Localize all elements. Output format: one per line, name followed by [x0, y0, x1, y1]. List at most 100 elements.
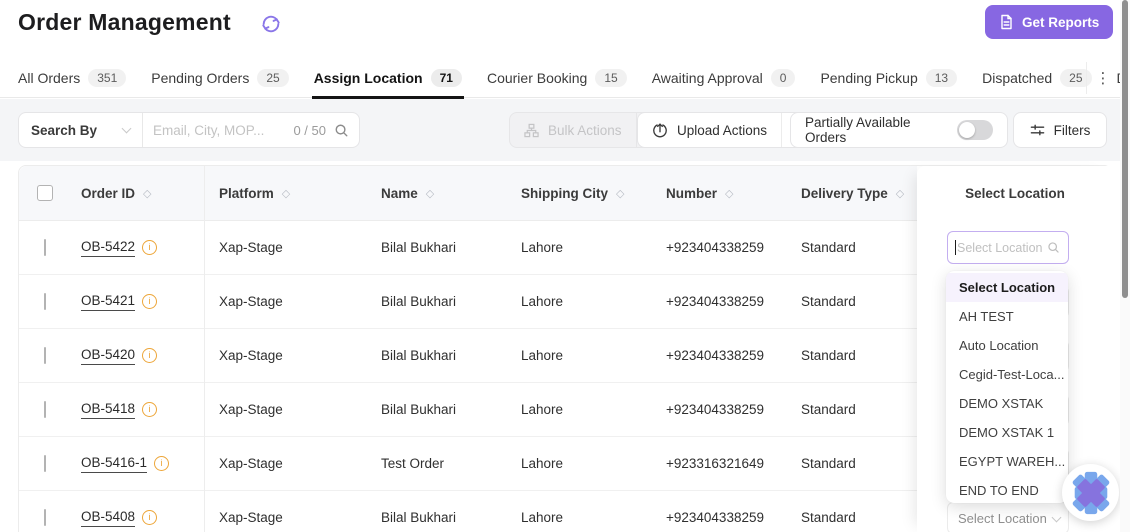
table-row: OB-5421 i Xap-Stage Bilal Bukhari Lahore…: [19, 275, 917, 329]
location-option[interactable]: Auto Location: [946, 331, 1068, 360]
order-id-link[interactable]: OB-5416-1: [81, 455, 147, 473]
order-id-cell: OB-5416-1 i: [71, 455, 204, 473]
column-header-label: Shipping City: [521, 186, 608, 201]
filters-button[interactable]: Filters: [1013, 112, 1107, 148]
tab-count-badge: 71: [431, 69, 462, 87]
order-id-link[interactable]: OB-5418: [81, 401, 135, 419]
info-icon[interactable]: i: [142, 402, 157, 417]
tab-assign-location[interactable]: Assign Location 71: [314, 58, 462, 98]
sort-icon[interactable]: ◇: [725, 187, 733, 200]
location-select-placeholder: Select Location: [957, 241, 1047, 255]
table-row: OB-5416-1 i Xap-Stage Test Order Lahore …: [19, 437, 917, 491]
order-id-cell: OB-5421 i: [71, 293, 204, 311]
column-header[interactable]: Name ◇: [366, 186, 506, 201]
location-option[interactable]: AH TEST: [946, 302, 1068, 331]
column-header[interactable]: Shipping City ◇: [506, 186, 651, 201]
order-id-cell: OB-5408 i: [71, 509, 204, 527]
column-header[interactable]: Number ◇: [651, 186, 786, 201]
row-checkbox[interactable]: [44, 239, 46, 256]
search-icon[interactable]: [334, 123, 349, 138]
select-all-checkbox[interactable]: [37, 185, 53, 201]
info-icon[interactable]: i: [154, 456, 169, 471]
tab-count-badge: 25: [257, 69, 288, 87]
row-checkbox[interactable]: [44, 509, 46, 526]
more-tabs-menu-icon[interactable]: ⋮: [1090, 64, 1116, 92]
order-id-link[interactable]: OB-5408: [81, 509, 135, 527]
search-icon: [1047, 241, 1060, 254]
tab-all-orders[interactable]: All Orders 351: [18, 58, 126, 98]
tab-awaiting-approval[interactable]: Awaiting Approval 0: [652, 58, 796, 98]
table-header-row: Order ID ◇ Platform ◇ Name ◇ Shipping Ci…: [19, 166, 917, 221]
row-checkbox-cell: [19, 456, 71, 471]
get-reports-button[interactable]: Get Reports: [985, 5, 1113, 39]
info-icon[interactable]: i: [142, 348, 157, 363]
sort-icon[interactable]: ◇: [143, 187, 151, 200]
column-header[interactable]: Delivery Type ◇: [786, 186, 917, 201]
number-cell: +923404338259: [651, 240, 786, 255]
order-id-link[interactable]: OB-5421: [81, 293, 135, 311]
location-option[interactable]: END TO END: [946, 476, 1068, 503]
partially-available-toggle[interactable]: [957, 120, 993, 140]
info-icon[interactable]: i: [142, 240, 157, 255]
row-checkbox-cell: [19, 294, 71, 309]
tabs-list: All Orders 351 Pending Orders 25 Assign …: [18, 58, 1130, 98]
location-option[interactable]: Cegid-Test-Loca...: [946, 360, 1068, 389]
order-id-cell: OB-5422 i: [71, 239, 204, 257]
location-option[interactable]: EGYPT WAREH...: [946, 447, 1068, 476]
upload-actions-button[interactable]: Upload Actions: [637, 112, 812, 148]
search-input[interactable]: Email, City, MOP... 0 / 50: [143, 123, 359, 138]
tab-pending-pickup[interactable]: Pending Pickup 13: [820, 58, 957, 98]
sort-icon[interactable]: ◇: [426, 187, 434, 200]
location-option[interactable]: Select Location: [946, 273, 1068, 302]
sort-icon[interactable]: ◇: [616, 187, 624, 200]
tab-count-badge: 0: [771, 69, 796, 87]
tab-label: Pending Pickup: [820, 70, 917, 86]
location-option[interactable]: DEMO XSTAK: [946, 389, 1068, 418]
delivery-type-cell: Standard: [786, 456, 917, 471]
column-header-label: Order ID: [81, 186, 135, 201]
number-cell: +923404338259: [651, 294, 786, 309]
report-file-icon: [999, 14, 1014, 30]
order-id-link[interactable]: OB-5420: [81, 347, 135, 365]
tabs-divider: [1086, 62, 1087, 94]
location-select[interactable]: Select Location: [947, 502, 1069, 532]
page-title: Order Management: [18, 9, 231, 36]
tab-dispatched[interactable]: Dispatched 25: [982, 58, 1091, 98]
sitemap-icon: [524, 123, 539, 138]
partially-available-group: Partially Available Orders: [790, 112, 1008, 148]
refresh-icon[interactable]: [260, 13, 282, 35]
scrollbar-thumb[interactable]: [1122, 0, 1128, 298]
name-cell: Bilal Bukhari: [366, 510, 506, 525]
shipping-city-cell: Lahore: [506, 456, 651, 471]
location-select-open[interactable]: Select Location: [947, 231, 1069, 264]
shipping-city-cell: Lahore: [506, 402, 651, 417]
platform-cell: Xap-Stage: [204, 294, 366, 309]
tab-pending-orders[interactable]: Pending Orders 25: [151, 58, 288, 98]
floating-widget-button[interactable]: [1062, 464, 1119, 521]
row-checkbox[interactable]: [44, 293, 46, 310]
platform-cell: Xap-Stage: [204, 348, 366, 363]
sort-icon[interactable]: ◇: [282, 187, 290, 200]
char-counter: 0 / 50: [293, 123, 326, 138]
shipping-city-cell: Lahore: [506, 294, 651, 309]
platform-cell: Xap-Stage: [204, 402, 366, 417]
info-icon[interactable]: i: [142, 294, 157, 309]
tab-courier-booking[interactable]: Courier Booking 15: [487, 58, 627, 98]
column-header-label: Platform: [219, 186, 274, 201]
location-option[interactable]: DEMO XSTAK 1: [946, 418, 1068, 447]
tab-label: Dispatched: [982, 70, 1052, 86]
platform-cell: Xap-Stage: [204, 240, 366, 255]
search-by-dropdown[interactable]: Search By: [19, 113, 142, 147]
row-checkbox[interactable]: [44, 455, 46, 472]
get-reports-label: Get Reports: [1022, 15, 1099, 30]
column-header[interactable]: Platform ◇: [204, 186, 366, 201]
number-cell: +923316321649: [651, 456, 786, 471]
row-checkbox[interactable]: [44, 347, 46, 364]
order-id-link[interactable]: OB-5422: [81, 239, 135, 257]
info-icon[interactable]: i: [142, 510, 157, 525]
column-header[interactable]: Order ID ◇: [71, 186, 204, 201]
sort-icon[interactable]: ◇: [896, 187, 904, 200]
fixed-column-divider: [204, 166, 205, 532]
shipping-city-cell: Lahore: [506, 348, 651, 363]
row-checkbox[interactable]: [44, 401, 46, 418]
